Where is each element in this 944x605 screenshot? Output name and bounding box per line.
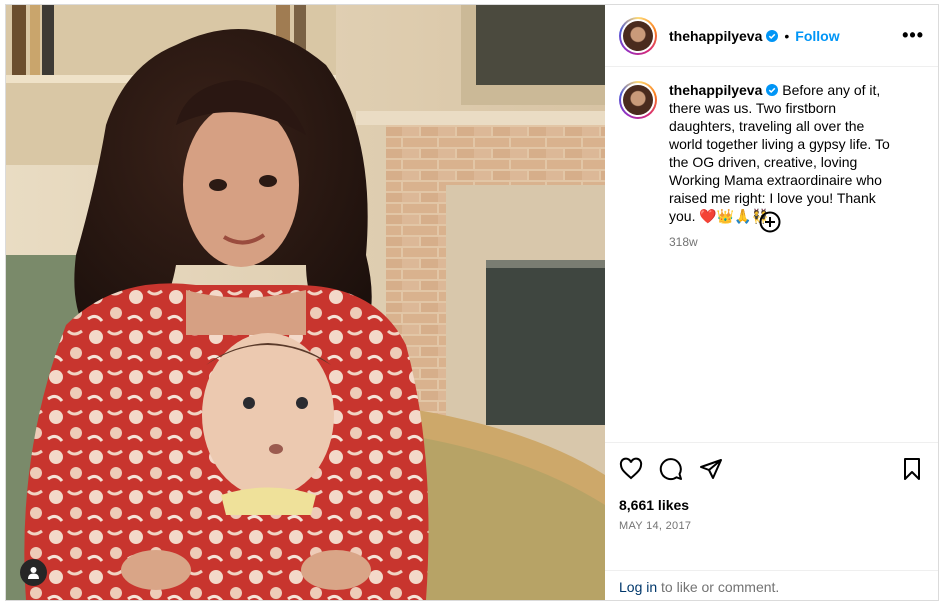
caption-timestamp[interactable]: 318w [669, 233, 899, 251]
header-username[interactable]: thehappilyeva [669, 28, 762, 44]
more-options-button[interactable]: ••• [902, 25, 924, 46]
login-prompt-text: to like or comment. [657, 579, 780, 595]
avatar[interactable] [619, 16, 657, 55]
heart-icon[interactable] [619, 457, 643, 481]
like-count[interactable]: 8,661 likes [619, 497, 924, 513]
plus-circle-icon[interactable] [759, 211, 781, 233]
action-bar: 8,661 likes MAY 14, 2017 [605, 442, 938, 570]
post-sidebar: thehappilyeva • Follow ••• thehappilyeva… [605, 5, 938, 600]
caption: thehappilyeva Before any of it, there wa… [669, 81, 899, 442]
caption-username[interactable]: thehappilyeva [669, 82, 762, 98]
photo-illustration [6, 5, 605, 600]
login-link[interactable]: Log in [619, 579, 657, 595]
post-header: thehappilyeva • Follow ••• [605, 5, 938, 67]
bookmark-icon[interactable] [900, 457, 924, 481]
follow-button[interactable]: Follow [795, 28, 839, 44]
verified-badge-icon [766, 29, 779, 42]
caption-body: Before any of it, there was us. Two firs… [669, 82, 890, 224]
share-icon[interactable] [699, 457, 723, 481]
caption-section: thehappilyeva Before any of it, there wa… [605, 67, 938, 442]
separator-dot: • [784, 27, 790, 44]
instagram-post: thehappilyeva • Follow ••• thehappilyeva… [5, 4, 939, 601]
caption-avatar[interactable] [619, 81, 657, 119]
login-prompt: Log in to like or comment. [605, 570, 938, 600]
post-date[interactable]: MAY 14, 2017 [619, 520, 924, 532]
user-tag-icon[interactable] [20, 559, 47, 586]
verified-badge-icon [766, 84, 779, 96]
comment-icon[interactable] [659, 457, 683, 481]
post-photo[interactable] [6, 5, 605, 600]
